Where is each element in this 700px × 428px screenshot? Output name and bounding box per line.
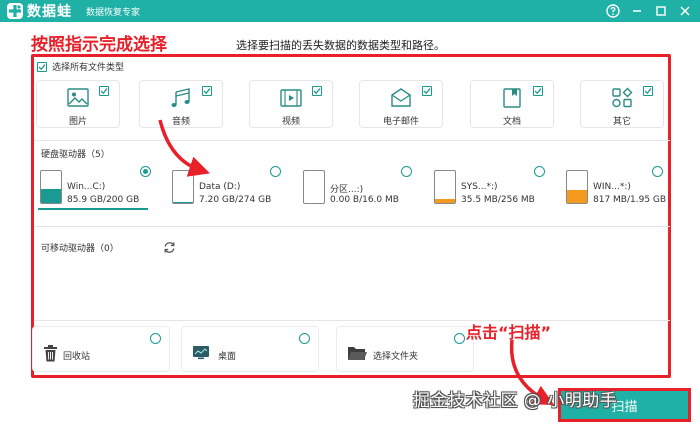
minimize-icon[interactable] — [626, 0, 648, 22]
divider — [34, 320, 670, 321]
drive-usage-fill — [173, 202, 193, 203]
drive-item[interactable]: WIN...*:) 817 MB/1.95 GB — [566, 168, 686, 210]
restore-icon[interactable] — [650, 0, 672, 22]
removable-drives-label: 可移动驱动器（0） — [41, 244, 119, 254]
drive-size: 35.5 MB/256 MB — [461, 195, 535, 205]
checkbox-checked-icon — [533, 86, 543, 96]
location-select-folder[interactable]: 选择文件夹 — [336, 326, 474, 372]
checkbox-checked-icon — [37, 61, 47, 72]
location-radio[interactable] — [299, 333, 310, 344]
drive-name: WIN...*:) — [593, 182, 631, 192]
other-icon — [610, 87, 634, 109]
hard-drive-icon — [40, 170, 62, 204]
file-type-label: 图片 — [68, 117, 87, 127]
drive-size: 0.00 B/16.0 MB — [330, 195, 399, 205]
hard-drive-icon — [303, 170, 325, 204]
drive-usage-fill — [41, 189, 61, 203]
file-type-audio[interactable]: 音频 — [139, 80, 223, 128]
file-type-email[interactable]: 电子邮件 — [359, 80, 443, 128]
file-type-label: 视频 — [281, 117, 300, 127]
select-all-label: 选择所有文件类型 — [52, 63, 125, 73]
file-type-label: 音频 — [171, 117, 190, 127]
drive-usage-fill — [567, 189, 587, 203]
file-type-video[interactable]: 视频 — [249, 80, 333, 128]
document-icon — [500, 87, 524, 109]
annotation-click-scan: 点击“扫描” — [466, 323, 552, 342]
drive-size: 7.20 GB/274 GB — [199, 195, 272, 205]
location-label: 选择文件夹 — [373, 352, 419, 362]
checkbox-checked-icon — [99, 86, 109, 96]
drive-usage-fill — [435, 198, 455, 203]
file-type-label: 其它 — [612, 117, 631, 127]
divider — [34, 226, 670, 227]
drive-name: Data (D:) — [199, 182, 241, 192]
divider — [34, 140, 670, 141]
file-type-label: 电子邮件 — [382, 117, 419, 127]
location-recycle-bin[interactable]: 回收站 — [32, 326, 170, 372]
annotation-title: 按照指示完成选择 — [31, 35, 167, 55]
app-name: 数据蛙 — [27, 4, 72, 20]
watermark: 掘金技术社区 @ 小明助手 — [413, 391, 618, 411]
desktop-icon — [192, 345, 210, 364]
drive-radio[interactable] — [401, 166, 412, 177]
location-radio[interactable] — [454, 333, 465, 344]
hard-drive-icon — [172, 170, 194, 204]
folder-icon — [347, 345, 367, 365]
location-radio[interactable] — [150, 333, 161, 344]
hard-drive-icon — [566, 170, 588, 204]
location-desktop[interactable]: 桌面 — [181, 326, 319, 372]
checkbox-checked-icon — [643, 86, 653, 96]
help-icon[interactable] — [602, 0, 624, 22]
hard-drive-icon — [434, 170, 456, 204]
drive-name: SYS...*:) — [461, 182, 498, 192]
checkbox-checked-icon — [202, 86, 212, 96]
drive-radio[interactable] — [270, 166, 281, 177]
close-icon[interactable] — [674, 0, 696, 22]
drive-radio[interactable] — [140, 166, 151, 177]
hard-drives-label: 硬盘驱动器（5） — [41, 150, 110, 160]
drive-name: 分区...:) — [330, 185, 364, 195]
music-icon — [169, 87, 193, 109]
file-type-other[interactable]: 其它 — [580, 80, 664, 128]
drive-name: Win...C:) — [67, 182, 106, 192]
file-type-label: 文档 — [502, 117, 521, 127]
trash-icon — [43, 345, 58, 366]
title-bar: 数据蛙 数据恢复专家 — [0, 0, 700, 22]
drive-selected-underline — [38, 208, 148, 210]
location-label: 桌面 — [218, 352, 237, 362]
checkbox-checked-icon — [422, 86, 432, 96]
file-type-images[interactable]: 图片 — [36, 80, 120, 128]
page-subtitle: 选择要扫描的丢失数据的数据类型和路径。 — [236, 39, 445, 52]
frog-logo-icon — [6, 2, 24, 20]
checkbox-checked-icon — [312, 86, 322, 96]
drive-radio[interactable] — [652, 166, 663, 177]
drive-radio[interactable] — [534, 166, 545, 177]
app-logo: 数据蛙 数据恢复专家 — [6, 1, 140, 21]
select-all-checkbox[interactable]: 选择所有文件类型 — [37, 60, 124, 73]
file-type-documents[interactable]: 文档 — [470, 80, 554, 128]
refresh-icon[interactable] — [163, 239, 176, 258]
drive-size: 85.9 GB/200 GB — [67, 195, 140, 205]
location-label: 回收站 — [63, 352, 91, 362]
image-icon — [66, 87, 90, 109]
drive-size: 817 MB/1.95 GB — [593, 195, 667, 205]
email-icon — [389, 87, 413, 109]
app-subtitle: 数据恢复专家 — [86, 7, 141, 18]
video-icon — [279, 87, 303, 109]
